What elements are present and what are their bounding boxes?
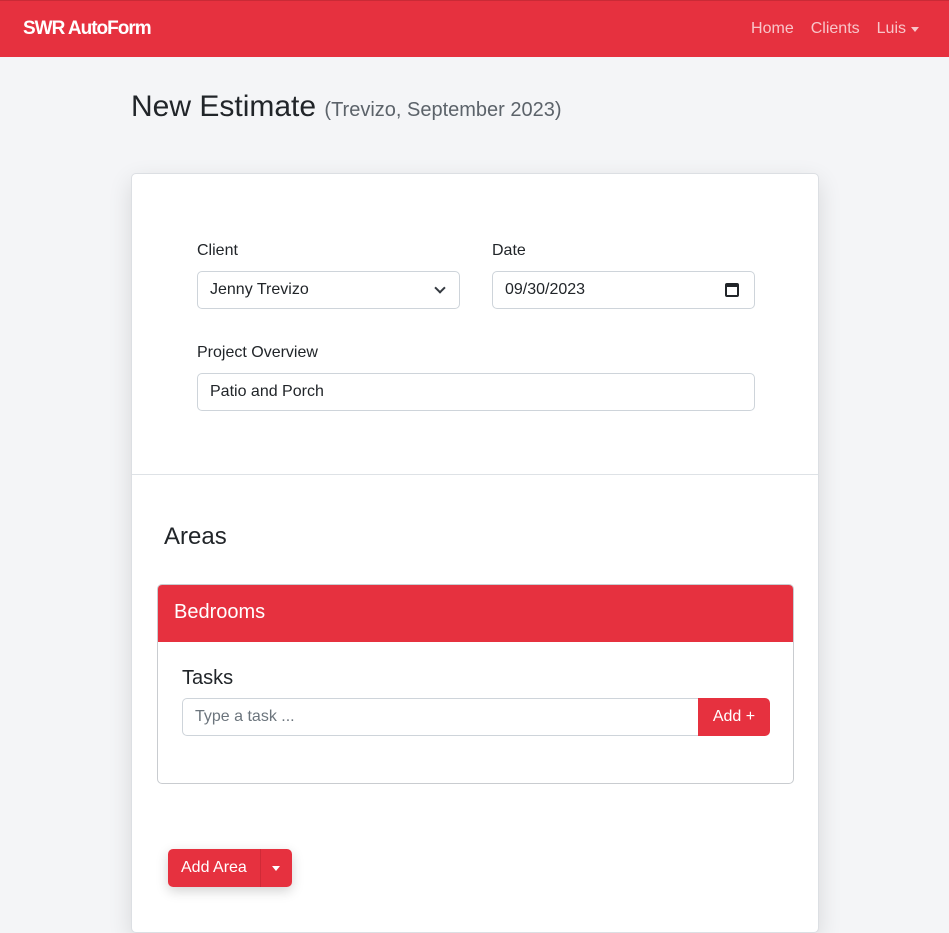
overview-input[interactable]: Patio and Porch <box>197 373 755 411</box>
add-area-button[interactable]: Add Area <box>168 849 260 887</box>
estimate-card: Client Jenny Trevizo Date 09/30/2023 Pro… <box>131 173 819 933</box>
chevron-down-icon <box>434 282 446 294</box>
page-subtitle: (Trevizo, September 2023) <box>324 99 562 121</box>
caret-down-icon <box>272 865 281 871</box>
divider <box>132 474 818 475</box>
nav-links: Home Clients Luis <box>751 20 919 38</box>
task-input-placeholder: Type a task ... <box>195 708 295 725</box>
tasks-title: Tasks <box>182 667 234 689</box>
client-select-value: Jenny Trevizo <box>210 281 309 298</box>
overview-label: Project Overview <box>197 344 318 361</box>
client-label: Client <box>197 242 238 259</box>
task-input[interactable]: Type a task ... <box>182 698 699 736</box>
navbar: SWR AutoForm Home Clients Luis <box>0 0 949 57</box>
nav-link-home[interactable]: Home <box>751 20 794 38</box>
areas-title: Areas <box>164 523 227 550</box>
user-menu[interactable]: Luis <box>877 20 919 38</box>
date-field-value: 09/30/2023 <box>505 281 586 298</box>
area-header: Bedrooms <box>158 585 793 642</box>
date-field[interactable]: 09/30/2023 <box>492 271 755 309</box>
page-title-text: New Estimate <box>131 90 317 123</box>
add-area-dropdown-toggle[interactable] <box>259 849 292 887</box>
add-task-button[interactable]: Add + <box>698 698 770 736</box>
page-title: New Estimate (Trevizo, September 2023) <box>131 90 562 124</box>
area-card-bedrooms: Bedrooms Tasks Type a task ... Add + <box>157 584 794 784</box>
add-area-button-group: Add Area <box>168 849 292 887</box>
client-select[interactable]: Jenny Trevizo <box>197 271 460 309</box>
date-label: Date <box>492 242 526 259</box>
brand-logo[interactable]: SWR AutoForm <box>23 18 152 40</box>
user-menu-label: Luis <box>876 20 906 37</box>
caret-down-icon <box>911 26 919 32</box>
overview-input-value: Patio and Porch <box>210 383 324 400</box>
calendar-icon[interactable] <box>725 283 739 297</box>
nav-link-clients[interactable]: Clients <box>811 20 860 38</box>
